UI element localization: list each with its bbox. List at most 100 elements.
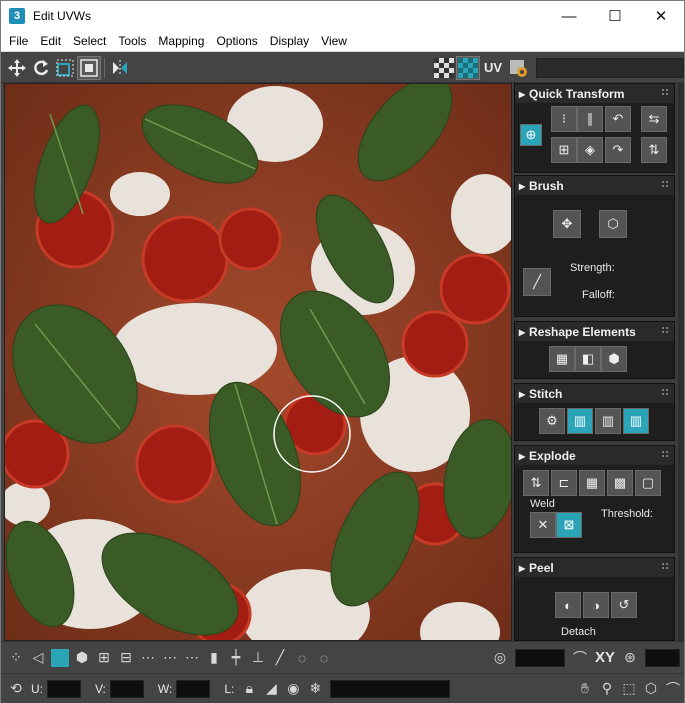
freeform-icon[interactable] (77, 55, 101, 80)
align-grid-icon[interactable]: ⊞ (551, 137, 577, 163)
peel-header[interactable]: ▸ Peel (515, 558, 674, 577)
loop-icon[interactable]: ⋯ (137, 646, 159, 670)
u-field[interactable] (47, 679, 81, 698)
detach-edge-icon[interactable]: ⊏ (551, 470, 577, 496)
menu-file[interactable]: File (3, 34, 34, 48)
align-vertical-icon[interactable]: ∥ (577, 106, 603, 132)
quick-transform-header[interactable]: ▸ Quick Transform (515, 84, 674, 103)
drag-grip-icon[interactable] (661, 88, 669, 96)
space-vertical-icon[interactable]: ⇅ (641, 137, 667, 163)
v-field[interactable] (109, 679, 144, 698)
drag-grip-icon[interactable] (661, 450, 669, 458)
panel-scrollbar[interactable] (678, 83, 684, 641)
stitch-custom-icon[interactable]: ⚙ (539, 408, 565, 434)
select-polygon-icon[interactable] (49, 646, 71, 670)
drag-grip-icon[interactable] (661, 180, 669, 188)
reset-peel-icon[interactable]: ↺ (611, 592, 637, 618)
space-horizontal-icon[interactable]: ⇆ (641, 106, 667, 132)
align-center-icon[interactable]: ⊕ (520, 124, 542, 146)
close-button[interactable]: ✕ (638, 1, 684, 31)
freeze-icon[interactable]: ❄ (304, 677, 326, 701)
menu-edit[interactable]: Edit (34, 34, 67, 48)
uv-viewport[interactable] (4, 83, 512, 641)
reshape-header[interactable]: ▸ Reshape Elements (515, 322, 674, 341)
shrink-selection-icon[interactable]: ⊟ (115, 646, 137, 670)
zoom-extents-icon[interactable]: ⬡ (640, 677, 662, 701)
rotate-ccw-icon[interactable]: ↶ (605, 106, 631, 132)
snap-icon[interactable]: ⌒ (662, 677, 684, 701)
move-icon[interactable] (5, 56, 29, 80)
absolute-offset-icon[interactable]: ⟲ (5, 677, 27, 701)
menu-view[interactable]: View (315, 34, 353, 48)
break-icon[interactable]: ⇅ (523, 470, 549, 496)
select-element-icon[interactable]: ⬢ (71, 646, 93, 670)
zoom-icon[interactable]: ⚲ (596, 677, 618, 701)
minimize-button[interactable]: — (546, 1, 592, 31)
scale-icon[interactable] (53, 56, 77, 80)
select-edge-icon[interactable]: ◁ (27, 646, 49, 670)
soft-select-icon[interactable]: ◌ (313, 646, 335, 670)
texture-dropdown[interactable] (536, 57, 684, 78)
relax-icon[interactable]: ◧ (575, 346, 601, 372)
xy-toggle[interactable]: XY (595, 649, 615, 666)
filter-dropdown[interactable] (330, 679, 451, 698)
menu-display[interactable]: Display (264, 34, 315, 48)
explode-polygons-icon[interactable]: ▢ (635, 470, 661, 496)
straighten-selection-icon[interactable]: ▦ (549, 346, 575, 372)
w-field[interactable] (176, 679, 211, 698)
menu-options[interactable]: Options (210, 34, 263, 48)
falloff-curve-icon[interactable]: ⌒ (569, 646, 591, 670)
weld-selected-icon[interactable]: ✕ (530, 512, 556, 538)
drag-grip-icon[interactable] (661, 562, 669, 570)
unfold-icon[interactable]: ⬢ (601, 346, 627, 372)
brush-select-icon[interactable]: ╱ (269, 646, 291, 670)
edge-distance-icon[interactable]: ⊛ (619, 646, 641, 670)
align-horizontal-icon[interactable]: ⁝ (551, 106, 577, 132)
explode-checker-icon[interactable]: ▩ (607, 470, 633, 496)
quick-peel-icon[interactable]: ◐ (555, 592, 581, 618)
straighten-icon[interactable]: ◈ (577, 137, 603, 163)
rotate-cw-icon[interactable]: ↷ (605, 137, 631, 163)
show-icon[interactable]: ◉ (282, 677, 304, 701)
select-vertex-icon[interactable]: ⁘ (5, 646, 27, 670)
grow-selection-icon[interactable]: ⊞ (93, 646, 115, 670)
maximize-button[interactable]: ☐ (592, 1, 638, 31)
lock-icon[interactable]: 🔒︎ (238, 677, 260, 701)
paint-select-icon[interactable]: ⊥ (247, 646, 269, 670)
pan-icon[interactable]: ✋︎ (574, 677, 596, 701)
loop-grow-icon[interactable]: ⋯ (159, 646, 181, 670)
stitch-to-source-icon[interactable]: ▥ (623, 408, 649, 434)
zoom-region-icon[interactable]: ⬚ (618, 677, 640, 701)
rotate-icon[interactable] (29, 56, 53, 80)
relax-brush-icon[interactable]: ⬡ (599, 210, 627, 238)
ring-icon[interactable]: ⋯ (181, 646, 203, 670)
ring-grow-icon[interactable]: ▮ (203, 646, 225, 670)
stitch-to-target-icon[interactable]: ▥ (567, 408, 593, 434)
menu-select[interactable]: Select (67, 34, 112, 48)
explode-by-grid-icon[interactable]: ▦ (579, 470, 605, 496)
paint-move-icon[interactable]: ✥ (553, 210, 581, 238)
weld-target-icon[interactable]: ⊠ (556, 512, 582, 538)
uv-space-label[interactable]: UV (480, 60, 506, 75)
edge-distance-field[interactable] (645, 648, 680, 667)
stitch-header[interactable]: ▸ Stitch (515, 384, 674, 403)
side-panel: ▸ Quick Transform ⊕ ⁝ ∥ ↶ ⇆ ⊞ ◈ ↷ ⇅ ▸ Br… (512, 83, 684, 641)
lasso-icon[interactable]: ◌ (291, 646, 313, 670)
explode-header[interactable]: ▸ Explode (515, 446, 674, 465)
menu-mapping[interactable]: Mapping (152, 34, 210, 48)
brush-header[interactable]: ▸ Brush (515, 176, 674, 195)
hide-icon[interactable]: ◢ (260, 677, 282, 701)
texture-map-icon[interactable] (456, 55, 480, 80)
stitch-average-icon[interactable]: ▥ (595, 408, 621, 434)
soft-selection-icon[interactable]: ◎ (489, 646, 511, 670)
settings-gear-icon[interactable] (506, 56, 530, 80)
menu-tools[interactable]: Tools (112, 34, 152, 48)
checker-map-icon[interactable] (432, 56, 456, 80)
brush-falloff-curve-icon[interactable]: ╱ (523, 268, 551, 296)
drag-grip-icon[interactable] (661, 388, 669, 396)
drag-grip-icon[interactable] (661, 326, 669, 334)
soft-selection-value[interactable] (514, 648, 565, 667)
mirror-icon[interactable] (108, 56, 132, 80)
peel-mode-icon[interactable]: ◑ (583, 592, 609, 618)
ring-shrink-icon[interactable]: ┿ (225, 646, 247, 670)
